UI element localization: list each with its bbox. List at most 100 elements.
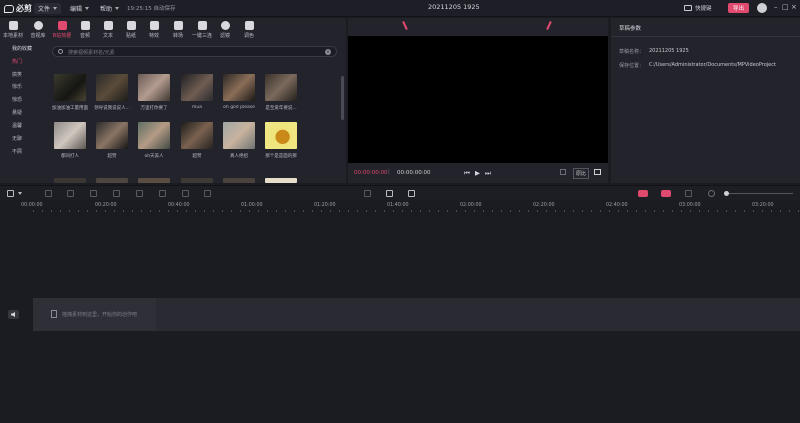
media-item[interactable]: oh god please	[223, 74, 260, 110]
media-item[interactable]: 加油加油工量用面	[52, 74, 91, 111]
media-item[interactable]: 万里打你要了	[138, 74, 175, 111]
menu-edit[interactable]: 编辑	[66, 3, 93, 14]
search-icon	[58, 49, 63, 54]
media-thumbnail[interactable]	[54, 178, 86, 183]
ruler-minor-tick	[105, 210, 106, 212]
fullscreen-icon[interactable]	[594, 169, 601, 175]
chevron-down-icon[interactable]	[18, 192, 22, 195]
export-button[interactable]: 导出	[728, 3, 749, 13]
tool-sticker[interactable]: 贴纸	[119, 20, 143, 44]
media-label: oh天美人	[144, 154, 164, 159]
link-track-icon[interactable]	[638, 190, 648, 197]
tool-color[interactable]: 调色	[237, 20, 261, 44]
media-item[interactable]: 那个是是面的那	[265, 122, 302, 159]
menu-help[interactable]: 帮助	[96, 3, 123, 14]
split-icon[interactable]	[113, 190, 120, 197]
tool-triple[interactable]: 一键三连	[190, 20, 214, 44]
category-happy[interactable]: 惊乐	[12, 83, 22, 90]
microphone-icon[interactable]	[386, 190, 393, 197]
tool-filter[interactable]: 滤镜	[213, 20, 237, 44]
media-scrollbar[interactable]	[341, 76, 344, 120]
redo-icon[interactable]	[67, 190, 74, 197]
zoom-slider[interactable]	[727, 193, 793, 194]
media-item[interactable]: 领导说我说说人...	[94, 74, 133, 111]
media-item[interactable]: 都同打人	[54, 122, 91, 159]
media-thumbnail[interactable]	[265, 178, 297, 183]
ruler-minor-tick	[717, 210, 718, 212]
tool-audio[interactable]: 音频	[73, 20, 97, 44]
avatar[interactable]	[757, 3, 767, 13]
music-icon	[80, 21, 90, 30]
timeline[interactable]: 00:00:00 00:20:00 00:40:00 01:00:00 01:2…	[0, 200, 800, 423]
tool-transition[interactable]: 转场	[166, 20, 190, 44]
ruler-minor-tick	[465, 210, 466, 212]
undo-icon[interactable]	[45, 190, 52, 197]
media-item[interactable]: 是至爱年要说...	[265, 74, 302, 111]
category-favorites[interactable]: 我的收藏	[12, 45, 32, 52]
search-input[interactable]: 搜索视频素材名/元素 ×	[52, 46, 337, 57]
category-suspense[interactable]: 悬疑	[12, 109, 22, 116]
tool-bilibili-memes[interactable]: B站热梗	[50, 20, 74, 44]
camera-icon[interactable]	[408, 190, 415, 197]
minimize-button[interactable]: –	[774, 4, 778, 11]
close-button[interactable]: ×	[791, 4, 797, 11]
play-icon[interactable]: ▶	[475, 169, 480, 177]
ruler-minor-tick	[177, 210, 178, 212]
snap-icon[interactable]	[364, 190, 371, 197]
zoom-icon[interactable]	[708, 190, 715, 197]
ruler-minor-tick	[789, 210, 790, 212]
ruler-minor-tick	[726, 210, 727, 212]
category-funny[interactable]: 搞笑	[12, 71, 22, 78]
media-item[interactable]: 真人绝招	[223, 122, 260, 159]
face-icon	[33, 21, 43, 30]
ruler-minor-tick	[321, 210, 322, 212]
drop-zone[interactable]: 拖拽素材到这里，开始你的创作吧	[33, 298, 156, 331]
shortcut-button[interactable]: 快捷键	[684, 4, 712, 12]
media-thumbnail[interactable]	[138, 178, 170, 183]
media-thumbnail[interactable]	[181, 178, 213, 183]
media-item[interactable]: oh天美人	[138, 122, 175, 159]
magic-icon[interactable]	[204, 190, 211, 197]
tool-label: 文本	[102, 33, 113, 39]
media-thumbnail[interactable]	[223, 178, 255, 183]
ruler-minor-tick	[69, 210, 70, 212]
next-frame-icon[interactable]: ⏭	[485, 169, 491, 178]
media-thumbnail[interactable]	[96, 178, 128, 183]
track-mute-button[interactable]	[8, 310, 19, 319]
category-boring[interactable]: 无聊	[12, 135, 22, 142]
media-item[interactable]: 超赞	[181, 122, 218, 159]
export-label: 导出	[732, 6, 744, 12]
media-item[interactable]: 超赞	[96, 122, 133, 159]
maximize-button[interactable]: □	[782, 4, 789, 11]
tool-label: 一键三连	[191, 33, 212, 39]
prev-frame-icon[interactable]: ⏮	[464, 169, 470, 178]
media-item[interactable]: mua	[181, 74, 218, 110]
trash-icon[interactable]	[685, 190, 692, 197]
time-ruler[interactable]: 00:00:00 00:20:00 00:40:00 01:00:00 01:2…	[0, 200, 800, 212]
delete-icon[interactable]	[90, 190, 97, 197]
crop-icon[interactable]	[560, 169, 566, 175]
select-tool-icon[interactable]	[7, 190, 14, 197]
zoom-slider-handle[interactable]	[724, 191, 729, 196]
tool-local-media[interactable]: 本地素材	[1, 20, 25, 44]
ruler-minor-tick	[150, 210, 151, 212]
freeze-icon[interactable]	[136, 190, 143, 197]
preview-screen[interactable]	[348, 36, 608, 163]
auto-align-icon[interactable]	[661, 190, 671, 197]
tool-text[interactable]: 文本	[96, 20, 120, 44]
ratio-button[interactable]: 原比	[573, 168, 590, 179]
tool-effects[interactable]: 特效	[142, 20, 166, 44]
mirror-icon[interactable]	[182, 190, 189, 197]
category-hot[interactable]: 热门	[12, 58, 22, 65]
main-video-track[interactable]: 拖拽素材到这里，开始你的创作吧	[33, 298, 800, 331]
total-time: 00:00:00:00	[397, 170, 431, 176]
clear-icon[interactable]: ×	[325, 49, 331, 55]
category-disdain[interactable]: 不屑	[12, 148, 22, 155]
category-warm[interactable]: 温馨	[12, 122, 22, 129]
ruler-minor-tick	[771, 210, 772, 212]
ruler-minor-tick	[492, 210, 493, 212]
tool-audio-library[interactable]: 音视库	[26, 20, 50, 44]
category-scary[interactable]: 惊恐	[12, 96, 22, 103]
menu-file[interactable]: 文件	[34, 3, 62, 14]
reverse-icon[interactable]	[159, 190, 166, 197]
